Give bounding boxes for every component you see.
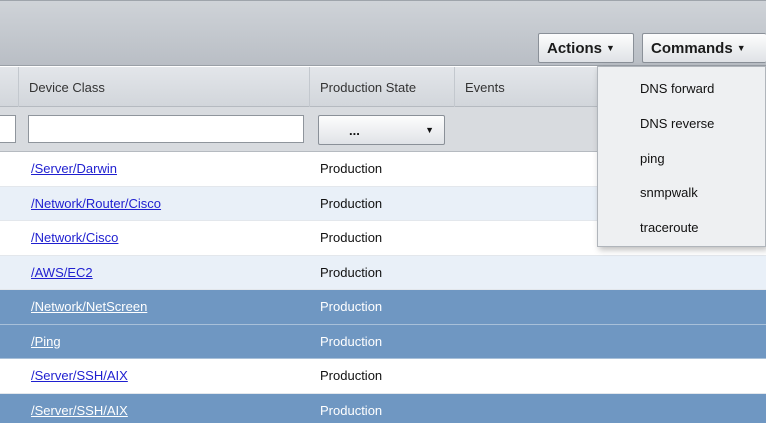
table-row[interactable]: /Server/SSH/AIX Production [0,359,766,394]
menu-item-label: DNS forward [640,80,715,96]
production-state-cell: Production [320,264,383,280]
production-state-cell: Production [320,333,383,349]
chevron-down-icon: ▼ [736,43,746,53]
production-state-cell: Production [320,161,383,176]
device-class-link[interactable]: /Ping [31,334,61,349]
chevron-down-icon: ▼ [425,125,434,135]
column-header-events[interactable]: Events [454,67,597,107]
production-state-cell: Production [320,299,383,314]
device-class-filter-input[interactable] [28,115,304,143]
device-class-link[interactable]: /Server/Darwin [31,161,117,176]
toolbar: Actions ▼ Commands ▼ [0,0,766,66]
table-row[interactable]: /AWS/EC2 Production [0,255,766,290]
column-header-label: Device Class [29,79,105,95]
device-class-link[interactable]: /Server/SSH/AIX [31,368,128,383]
production-state-cell: Production [320,230,383,245]
menu-item-dns-forward[interactable]: DNS forward [598,71,766,105]
commands-button[interactable]: Commands ▼ [642,33,766,63]
menu-item-traceroute[interactable]: traceroute [598,210,766,244]
device-class-link[interactable]: /Network/NetScreen [31,299,147,314]
production-state-filter-select[interactable]: ... ▼ [318,115,445,145]
production-state-cell: Production [320,195,383,211]
chevron-down-icon: ▼ [606,43,615,53]
column-header-label: Production State [320,79,417,95]
menu-item-dns-reverse[interactable]: DNS reverse [598,106,766,140]
actions-button[interactable]: Actions ▼ [538,33,634,63]
device-class-link[interactable]: /Server/SSH/AIX [31,403,128,418]
menu-item-label: DNS reverse [640,115,715,131]
table-row-selected[interactable]: /Ping Production [0,324,766,359]
device-class-link[interactable]: /Network/Router/Cisco [31,196,161,211]
column-header-device-class[interactable]: Device Class [18,67,309,107]
menu-item-label: ping [640,150,665,166]
menu-item-ping[interactable]: ping [598,141,766,175]
device-class-link[interactable]: /AWS/EC2 [31,265,93,280]
menu-item-snmpwalk[interactable]: snmpwalk [598,175,766,209]
menu-item-label: snmpwalk [640,184,698,200]
commands-label: Commands [651,39,733,57]
commands-menu: DNS forward DNS reverse ping snmpwalk tr… [597,66,766,247]
production-state-cell: Production [320,368,383,383]
production-state-cell: Production [320,402,383,418]
menu-item-label: traceroute [640,219,699,235]
table-row-selected[interactable]: /Server/SSH/AIX Production [0,393,766,423]
column-header-production-state[interactable]: Production State [309,67,454,107]
actions-label: Actions [547,39,603,57]
production-state-filter-value: ... [349,122,360,138]
filter-input-left[interactable] [0,115,16,143]
column-header-left-edge[interactable] [0,67,18,107]
table-row-selected[interactable]: /Network/NetScreen Production [0,290,766,325]
device-class-link[interactable]: /Network/Cisco [31,230,118,245]
column-header-label: Events [465,79,505,95]
